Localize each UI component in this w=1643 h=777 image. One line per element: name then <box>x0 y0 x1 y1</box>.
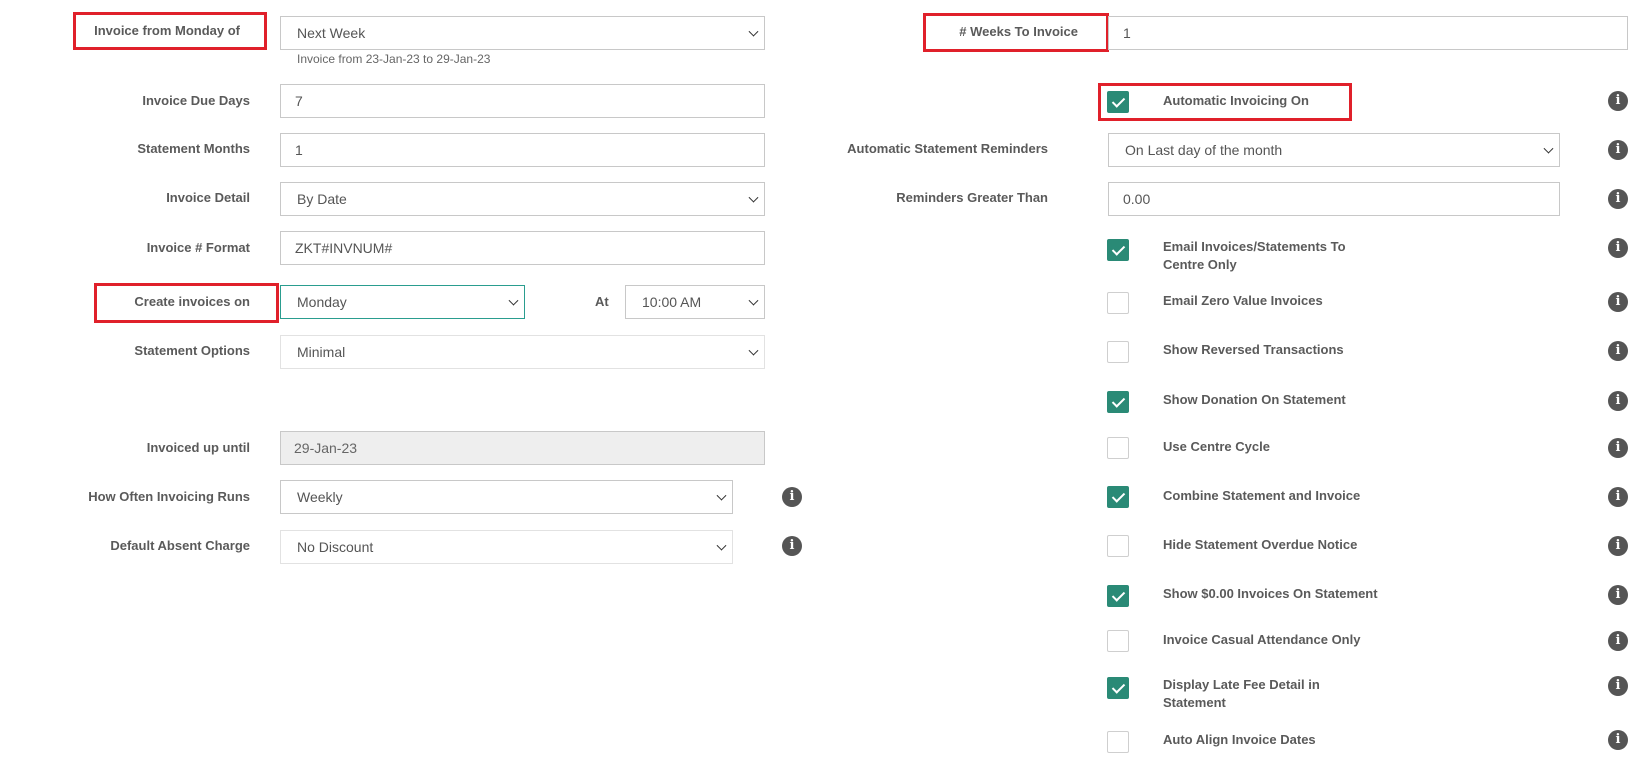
chevron-down-icon <box>748 295 759 306</box>
info-icon[interactable]: i <box>782 536 802 556</box>
info-icon[interactable]: i <box>1608 730 1628 750</box>
info-icon[interactable]: i <box>1608 631 1628 651</box>
checkbox-combine-statement[interactable] <box>1107 486 1129 508</box>
chevron-down-icon <box>716 540 727 551</box>
invoice-from-select[interactable]: Next Week <box>280 16 765 50</box>
info-icon[interactable]: i <box>1608 676 1628 696</box>
invoice-detail-select[interactable]: By Date <box>280 182 765 216</box>
weeks-to-invoice-input[interactable]: 1 <box>1108 16 1628 50</box>
info-icon[interactable]: i <box>1608 438 1628 458</box>
reminders-gt-label: Reminders Greater Than <box>896 190 1048 205</box>
info-icon[interactable]: i <box>1608 189 1628 209</box>
absent-charge-label: Default Absent Charge <box>110 538 250 553</box>
invoice-format-value: ZKT#INVNUM# <box>295 240 393 256</box>
late-fee-detail-label: Display Late Fee Detail in Statement <box>1163 677 1320 710</box>
checkbox-show-reversed[interactable] <box>1107 341 1129 363</box>
auto-reminders-value: On Last day of the month <box>1125 142 1283 158</box>
info-icon[interactable]: i <box>1608 391 1628 411</box>
invoice-from-label: Invoice from Monday of <box>94 23 240 38</box>
show-reversed-label: Show Reversed Transactions <box>1163 342 1344 357</box>
checkbox-show-zero-invoices[interactable] <box>1107 585 1129 607</box>
centre-cycle-label: Use Centre Cycle <box>1163 439 1270 454</box>
how-often-value: Weekly <box>297 489 343 505</box>
invoiced-until-value: 29-Jan-23 <box>294 440 358 456</box>
invoice-range-hint: Invoice from 23-Jan-23 to 29-Jan-23 <box>297 52 491 66</box>
email-zero-value-label: Email Zero Value Invoices <box>1163 293 1323 308</box>
at-time-value: 10:00 AM <box>642 294 702 310</box>
checkbox-centre-cycle[interactable] <box>1107 437 1129 459</box>
invoiced-until-input: 29-Jan-23 <box>280 431 765 465</box>
info-icon[interactable]: i <box>782 487 802 507</box>
chevron-down-icon <box>748 192 759 203</box>
info-icon[interactable]: i <box>1608 91 1628 111</box>
how-often-label: How Often Invoicing Runs <box>88 489 250 504</box>
invoiced-until-label: Invoiced up until <box>146 440 250 455</box>
info-icon[interactable]: i <box>1608 585 1628 605</box>
auto-align-dates-label: Auto Align Invoice Dates <box>1163 732 1316 747</box>
chevron-down-icon <box>748 345 759 356</box>
statement-options-select[interactable]: Minimal <box>280 335 765 369</box>
statement-options-label: Statement Options <box>134 343 250 358</box>
chevron-down-icon <box>716 490 727 501</box>
info-icon[interactable]: i <box>1608 536 1628 556</box>
automatic-invoicing-label: Automatic Invoicing On <box>1163 93 1309 108</box>
chevron-down-icon <box>1543 143 1554 154</box>
auto-reminders-label: Automatic Statement Reminders <box>847 141 1048 156</box>
how-often-select[interactable]: Weekly <box>280 480 733 514</box>
auto-reminders-select[interactable]: On Last day of the month <box>1108 133 1560 167</box>
info-icon[interactable]: i <box>1608 238 1628 258</box>
statement-options-value: Minimal <box>297 344 346 360</box>
checkbox-auto-align-dates[interactable] <box>1107 731 1129 753</box>
info-icon[interactable]: i <box>1608 487 1628 507</box>
due-days-value: 7 <box>295 93 303 109</box>
due-days-label: Invoice Due Days <box>142 93 250 108</box>
statement-months-label: Statement Months <box>137 141 250 156</box>
reminders-gt-input[interactable]: 0.00 <box>1108 182 1560 216</box>
checkbox-casual-attendance[interactable] <box>1107 630 1129 652</box>
chevron-down-icon <box>748 26 759 37</box>
info-icon[interactable]: i <box>1608 140 1628 160</box>
reminders-gt-value: 0.00 <box>1123 191 1151 207</box>
due-days-input[interactable]: 7 <box>280 84 765 118</box>
statement-months-input[interactable]: 1 <box>280 133 765 167</box>
show-zero-invoices-label: Show $0.00 Invoices On Statement <box>1163 586 1378 601</box>
show-donation-label: Show Donation On Statement <box>1163 392 1346 407</box>
invoice-detail-value: By Date <box>297 191 347 207</box>
chevron-down-icon <box>508 295 519 306</box>
checkbox-email-zero-value[interactable] <box>1107 292 1129 314</box>
checkbox-late-fee-detail[interactable] <box>1107 677 1129 699</box>
combine-statement-label: Combine Statement and Invoice <box>1163 488 1361 503</box>
at-time-select[interactable]: 10:00 AM <box>625 285 765 319</box>
invoice-detail-label: Invoice Detail <box>166 190 250 205</box>
statement-months-value: 1 <box>295 142 303 158</box>
checkbox-automatic-invoicing[interactable] <box>1107 91 1129 113</box>
weeks-to-invoice-value: 1 <box>1123 25 1131 41</box>
create-on-value: Monday <box>297 294 347 310</box>
invoice-format-input[interactable]: ZKT#INVNUM# <box>280 231 765 265</box>
checkbox-email-centre-only[interactable] <box>1107 239 1129 261</box>
email-centre-only-label: Email Invoices/Statements To Centre Only <box>1163 239 1346 272</box>
create-on-label: Create invoices on <box>134 294 250 309</box>
weeks-to-invoice-label: # Weeks To Invoice <box>959 24 1078 39</box>
create-on-select[interactable]: Monday <box>280 285 525 319</box>
info-icon[interactable]: i <box>1608 292 1628 312</box>
casual-attendance-label: Invoice Casual Attendance Only <box>1163 632 1361 647</box>
hide-overdue-label: Hide Statement Overdue Notice <box>1163 537 1358 552</box>
at-label: At <box>595 294 609 309</box>
info-icon[interactable]: i <box>1608 341 1628 361</box>
checkbox-show-donation[interactable] <box>1107 391 1129 413</box>
invoice-from-value: Next Week <box>297 25 366 41</box>
invoice-format-label: Invoice # Format <box>146 240 250 255</box>
absent-charge-value: No Discount <box>297 539 374 555</box>
checkbox-hide-overdue[interactable] <box>1107 535 1129 557</box>
absent-charge-select[interactable]: No Discount <box>280 530 733 564</box>
